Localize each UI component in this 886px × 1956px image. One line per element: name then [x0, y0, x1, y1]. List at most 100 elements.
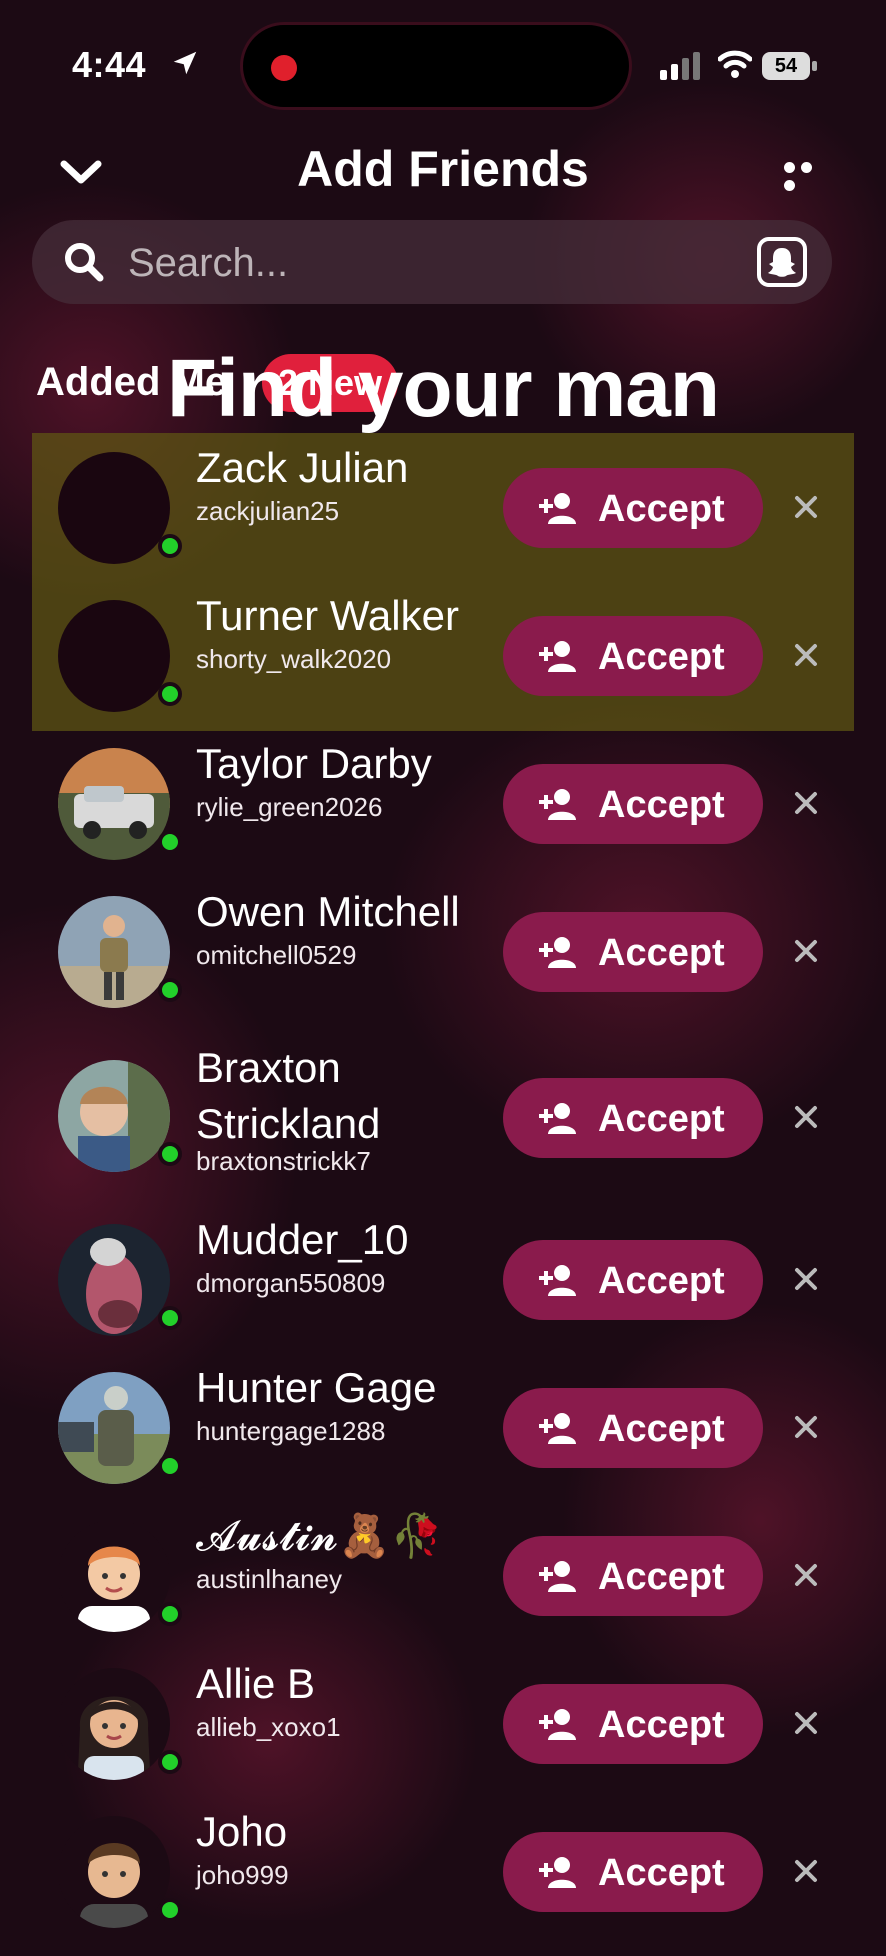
- avatar[interactable]: [58, 600, 170, 712]
- display-name-line2: Strickland: [196, 1100, 381, 1147]
- username: omitchell0529: [196, 940, 357, 970]
- add-friend-icon: [539, 1561, 576, 1592]
- online-indicator-icon: [158, 978, 182, 1002]
- username: austinlhaney: [196, 1564, 342, 1594]
- username: shorty_walk2020: [196, 644, 392, 674]
- avatar[interactable]: [58, 1224, 170, 1336]
- accept-label: Accept: [598, 488, 725, 530]
- online-indicator-icon: [158, 682, 182, 706]
- accept-label: Accept: [598, 1852, 725, 1894]
- accept-label: Accept: [598, 1260, 725, 1302]
- avatar[interactable]: [58, 896, 170, 1008]
- display-name: Zack Julian: [196, 444, 409, 491]
- status-time: 4:44: [72, 44, 147, 85]
- avatar[interactable]: [58, 1060, 170, 1172]
- online-indicator-icon: [158, 830, 182, 854]
- snapcode-scan-icon[interactable]: [756, 236, 808, 288]
- accept-button[interactable]: Accept: [503, 912, 763, 992]
- display-name: Joho: [196, 1808, 288, 1855]
- add-friend-icon: [539, 493, 576, 524]
- accept-label: Accept: [598, 1556, 725, 1598]
- accept-label: Accept: [598, 1408, 725, 1450]
- add-friend-icon: [539, 789, 576, 820]
- accept-label: Accept: [598, 932, 725, 974]
- username: dmorgan550809: [196, 1268, 386, 1298]
- close-icon[interactable]: [791, 1264, 821, 1294]
- friend-request-row[interactable]: Taylor Darby rylie_green2026 Accept: [0, 740, 886, 888]
- accept-button[interactable]: Accept: [503, 1388, 763, 1468]
- friend-request-row[interactable]: Braxton Strickland braxtonstrickk7 Accep…: [0, 1044, 886, 1198]
- display-name: Hunter Gage: [196, 1364, 437, 1411]
- accept-button[interactable]: Accept: [503, 468, 763, 548]
- accept-button[interactable]: Accept: [503, 616, 763, 696]
- avatar[interactable]: [58, 1520, 170, 1632]
- accept-button[interactable]: Accept: [503, 1078, 763, 1158]
- display-name: Turner Walker: [196, 592, 459, 639]
- display-name: Taylor Darby: [196, 740, 432, 787]
- accept-button[interactable]: Accept: [503, 1536, 763, 1616]
- accept-button[interactable]: Accept: [503, 1832, 763, 1912]
- display-name: Owen Mitchell: [196, 888, 460, 935]
- close-icon[interactable]: [791, 936, 821, 966]
- wifi-icon: [718, 50, 752, 78]
- page-title: Add Friends: [297, 141, 589, 197]
- display-name: 𝓐𝓾𝓼𝓽𝓲𝓷🧸🥀: [196, 1512, 443, 1559]
- accept-button[interactable]: Accept: [503, 1240, 763, 1320]
- close-icon[interactable]: [791, 1856, 821, 1886]
- search-icon: [65, 243, 104, 282]
- online-indicator-icon: [158, 1454, 182, 1478]
- add-friend-icon: [539, 1413, 576, 1444]
- friend-request-row[interactable]: Turner Walker shorty_walk2020 Accept: [0, 592, 886, 740]
- close-icon[interactable]: [791, 1102, 821, 1132]
- friend-request-row[interactable]: Allie B allieb_xoxo1 Accept: [0, 1660, 886, 1808]
- username: rylie_green2026: [196, 792, 383, 822]
- accept-button[interactable]: Accept: [503, 764, 763, 844]
- close-icon[interactable]: [791, 1708, 821, 1738]
- close-icon[interactable]: [791, 1412, 821, 1442]
- avatar[interactable]: [58, 1668, 170, 1780]
- avatar[interactable]: [58, 748, 170, 860]
- accept-label: Accept: [598, 1098, 725, 1140]
- dynamic-island: [240, 22, 632, 110]
- online-indicator-icon: [158, 1142, 182, 1166]
- close-icon[interactable]: [791, 1560, 821, 1590]
- search-bar[interactable]: [32, 220, 832, 304]
- accept-button[interactable]: Accept: [503, 1684, 763, 1764]
- friend-request-row[interactable]: 𝓐𝓾𝓼𝓽𝓲𝓷🧸🥀 austinlhaney Accept: [0, 1512, 886, 1660]
- add-friend-icon: [539, 1103, 576, 1134]
- overlay-caption: Find your man: [167, 343, 720, 434]
- username: allieb_xoxo1: [196, 1712, 341, 1742]
- friend-request-row[interactable]: Hunter Gage huntergage1288 Accept: [0, 1364, 886, 1512]
- avatar[interactable]: [58, 1372, 170, 1484]
- search-input[interactable]: [126, 236, 690, 290]
- online-indicator-icon: [158, 1306, 182, 1330]
- cellular-signal-icon: [660, 52, 700, 80]
- avatar[interactable]: [58, 452, 170, 564]
- display-name: Mudder_10: [196, 1216, 409, 1263]
- accept-label: Accept: [598, 784, 725, 826]
- friend-request-row[interactable]: Zack Julian zackjulian25 Accept: [0, 444, 886, 592]
- close-icon[interactable]: [791, 492, 821, 522]
- display-name: Braxton: [196, 1044, 341, 1091]
- add-friend-icon: [539, 1857, 576, 1888]
- close-icon[interactable]: [791, 640, 821, 670]
- username: braxtonstrickk7: [196, 1146, 371, 1176]
- friend-request-row[interactable]: Joho joho999 Accept: [0, 1808, 886, 1956]
- recording-indicator-icon: [271, 55, 297, 81]
- display-name: Allie B: [196, 1660, 316, 1707]
- friend-request-row[interactable]: Mudder_10 dmorgan550809 Accept: [0, 1216, 886, 1364]
- add-friend-icon: [539, 1265, 576, 1296]
- online-indicator-icon: [158, 534, 182, 558]
- close-icon[interactable]: [791, 788, 821, 818]
- location-arrow-icon: [173, 51, 197, 75]
- online-indicator-icon: [158, 1602, 182, 1626]
- more-options-icon[interactable]: [784, 160, 834, 191]
- avatar[interactable]: [58, 1816, 170, 1928]
- add-friend-icon: [539, 937, 576, 968]
- add-friend-icon: [539, 1709, 576, 1740]
- battery-level: 54: [762, 52, 810, 80]
- friend-request-row[interactable]: Owen Mitchell omitchell0529 Accept: [0, 888, 886, 1036]
- status-bar: 4:44 54: [0, 0, 886, 130]
- username: zackjulian25: [196, 496, 340, 526]
- username: huntergage1288: [196, 1416, 386, 1446]
